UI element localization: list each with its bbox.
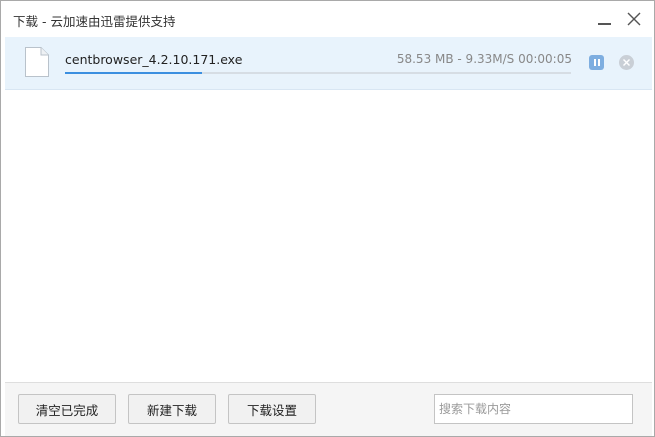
close-button[interactable] (623, 9, 645, 29)
minimize-button[interactable] (593, 9, 615, 29)
file-icon (25, 47, 49, 77)
close-icon (627, 12, 641, 26)
minimize-icon (597, 23, 611, 25)
title-bar[interactable]: 下载 - 云加速由迅雷提供支持 (1, 1, 654, 37)
download-window: 下载 - 云加速由迅雷提供支持 centbrowser_4.2.10.171.e… (0, 0, 655, 437)
delete-button[interactable] (619, 55, 634, 70)
search-input[interactable] (434, 394, 633, 424)
progress-bar (65, 72, 571, 74)
close-icon (623, 59, 630, 66)
file-name[interactable]: centbrowser_4.2.10.171.exe (65, 52, 242, 67)
download-item[interactable]: centbrowser_4.2.10.171.exe 58.53 MB - 9.… (5, 37, 652, 90)
pause-button[interactable] (589, 55, 604, 70)
download-settings-button[interactable]: 下载设置 (228, 394, 316, 424)
download-list: centbrowser_4.2.10.171.exe 58.53 MB - 9.… (5, 37, 652, 382)
new-download-button[interactable]: 新建下载 (128, 394, 216, 424)
download-stats: 58.53 MB - 9.33M/S 00:00:05 (396, 52, 572, 66)
footer-bar: 清空已完成 新建下载 下载设置 (5, 382, 652, 436)
clear-completed-button[interactable]: 清空已完成 (18, 394, 116, 424)
window-title: 下载 - 云加速由迅雷提供支持 (13, 14, 176, 29)
pause-icon (593, 59, 601, 66)
progress-fill (65, 72, 202, 74)
